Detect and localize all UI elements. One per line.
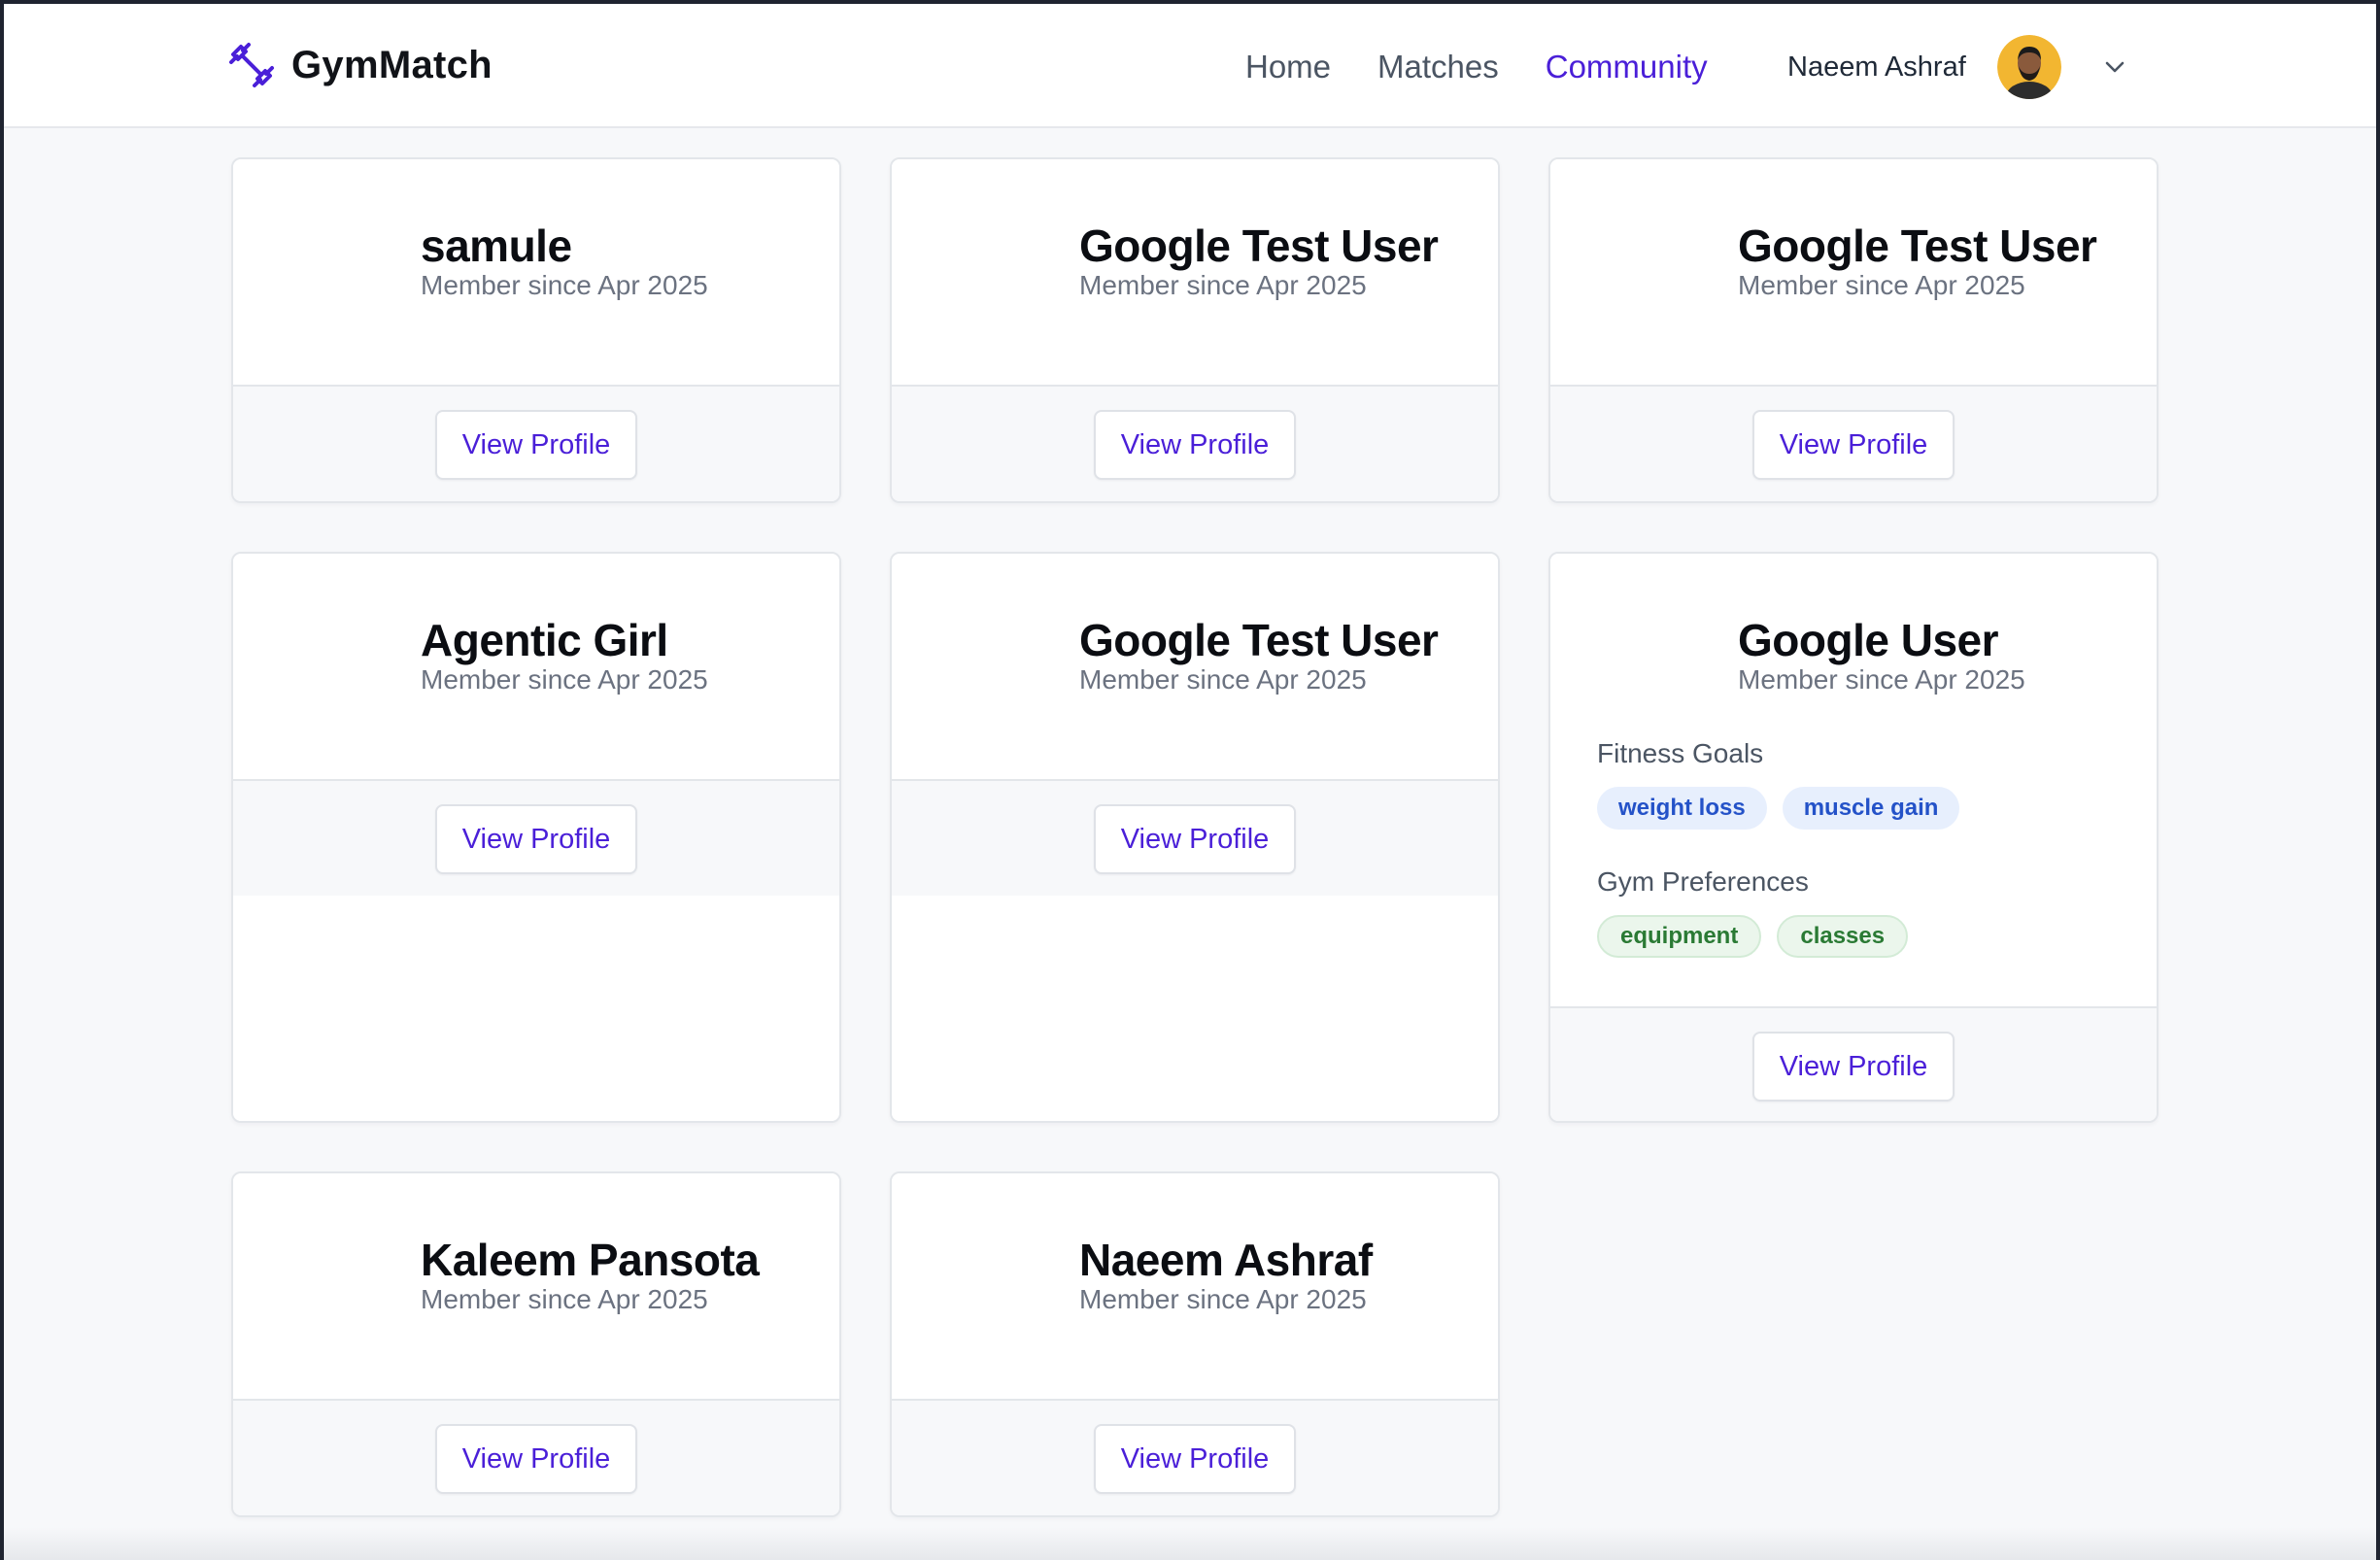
member-since: Member since Apr 2025 xyxy=(421,664,708,695)
card-body: Google Test User Member since Apr 2025 xyxy=(892,159,1498,385)
nav-home[interactable]: Home xyxy=(1245,49,1331,85)
brand-logo[interactable]: GymMatch xyxy=(227,41,493,89)
top-navbar: GymMatch Home Matches Community Naeem As… xyxy=(4,4,2376,128)
member-card: Naeem Ashraf Member since Apr 2025 View … xyxy=(890,1171,1500,1517)
user-name: Naeem Ashraf xyxy=(1787,51,1966,83)
member-name: Naeem Ashraf xyxy=(1079,1235,1373,1285)
member-name: samule xyxy=(421,220,572,271)
nav-matches[interactable]: Matches xyxy=(1377,49,1499,85)
card-filler xyxy=(233,896,839,1121)
member-name: Google Test User xyxy=(1738,220,2097,271)
member-since: Member since Apr 2025 xyxy=(1079,1284,1367,1314)
avatar[interactable] xyxy=(1996,35,2061,99)
card-body: Google User Member since Apr 2025 Fitnes… xyxy=(1550,554,2157,1006)
gym-preferences-chips: equipment classes xyxy=(1597,915,1909,958)
user-menu[interactable]: Naeem Ashraf xyxy=(1787,35,2127,99)
member-card: Kaleem Pansota Member since Apr 2025 Vie… xyxy=(231,1171,841,1517)
member-card: Google Test User Member since Apr 2025 V… xyxy=(890,552,1500,1123)
app-viewport: GymMatch Home Matches Community Naeem As… xyxy=(4,4,2376,1560)
view-profile-button[interactable]: View Profile xyxy=(1094,1424,1296,1494)
preference-chip: classes xyxy=(1777,915,1909,958)
member-since: Member since Apr 2025 xyxy=(1079,664,1367,695)
member-card: Google Test User Member since Apr 2025 V… xyxy=(890,157,1500,503)
view-profile-button[interactable]: View Profile xyxy=(435,1424,637,1494)
card-footer: View Profile xyxy=(892,1399,1498,1515)
card-body: Google Test User Member since Apr 2025 xyxy=(1550,159,2157,385)
brand-name: GymMatch xyxy=(291,43,493,86)
card-footer: View Profile xyxy=(1550,385,2157,501)
member-name: Google Test User xyxy=(1079,220,1439,271)
view-profile-button[interactable]: View Profile xyxy=(1752,1032,1955,1102)
card-filler xyxy=(892,896,1498,1121)
member-since: Member since Apr 2025 xyxy=(1738,270,2025,300)
member-name: Google User xyxy=(1738,615,1999,665)
member-name: Kaleem Pansota xyxy=(421,1235,760,1285)
nav-community[interactable]: Community xyxy=(1546,49,1708,85)
fitness-goals-label: Fitness Goals xyxy=(1597,738,1764,768)
card-body: Google Test User Member since Apr 2025 xyxy=(892,554,1498,779)
card-footer: View Profile xyxy=(892,385,1498,501)
view-profile-button[interactable]: View Profile xyxy=(435,410,637,480)
card-footer: View Profile xyxy=(233,385,839,501)
member-since: Member since Apr 2025 xyxy=(421,270,708,300)
chevron-down-icon[interactable] xyxy=(2102,54,2127,80)
goal-chip: weight loss xyxy=(1597,787,1767,830)
view-profile-button[interactable]: View Profile xyxy=(1094,410,1296,480)
member-since: Member since Apr 2025 xyxy=(421,1284,708,1314)
member-since: Member since Apr 2025 xyxy=(1079,270,1367,300)
view-profile-button[interactable]: View Profile xyxy=(435,804,637,874)
gym-preferences-label: Gym Preferences xyxy=(1597,866,1809,897)
card-body: Agentic Girl Member since Apr 2025 xyxy=(233,554,839,779)
fitness-goals-chips: weight loss muscle gain xyxy=(1597,787,1960,830)
member-card: samule Member since Apr 2025 View Profil… xyxy=(231,157,841,503)
card-footer: View Profile xyxy=(892,779,1498,896)
view-profile-button[interactable]: View Profile xyxy=(1094,804,1296,874)
card-body: Naeem Ashraf Member since Apr 2025 xyxy=(892,1173,1498,1399)
member-card: Agentic Girl Member since Apr 2025 View … xyxy=(231,552,841,1123)
card-body: Kaleem Pansota Member since Apr 2025 xyxy=(233,1173,839,1399)
view-profile-button[interactable]: View Profile xyxy=(1752,410,1955,480)
card-footer: View Profile xyxy=(233,779,839,896)
member-name: Agentic Girl xyxy=(421,615,668,665)
goal-chip: muscle gain xyxy=(1782,787,1960,830)
dumbbell-icon xyxy=(229,43,274,87)
member-card: Google User Member since Apr 2025 Fitnes… xyxy=(1548,552,2159,1123)
scroll-fade xyxy=(4,1527,2376,1560)
member-card: Google Test User Member since Apr 2025 V… xyxy=(1548,157,2159,503)
main-nav: Home Matches Community xyxy=(1245,49,1708,85)
card-footer: View Profile xyxy=(233,1399,839,1515)
member-since: Member since Apr 2025 xyxy=(1738,664,2025,695)
member-name: Google Test User xyxy=(1079,615,1439,665)
card-footer: View Profile xyxy=(1550,1006,2157,1121)
preference-chip: equipment xyxy=(1597,915,1762,958)
card-body: samule Member since Apr 2025 xyxy=(233,159,839,385)
